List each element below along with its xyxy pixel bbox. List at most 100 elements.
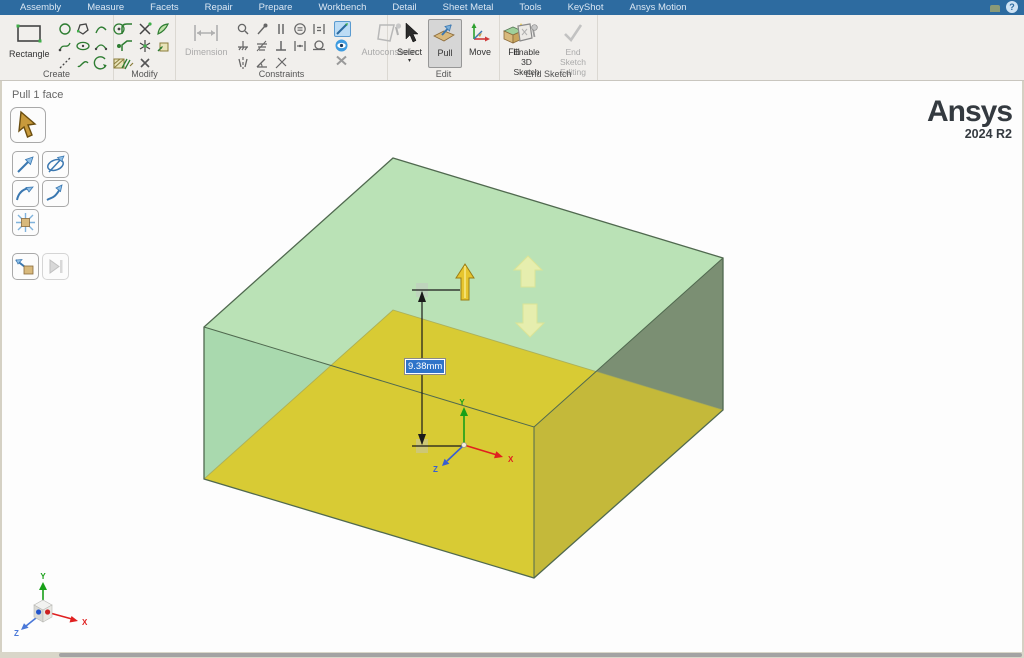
- sketch-mode-icon[interactable]: [334, 21, 351, 37]
- spline-tool-icon[interactable]: [57, 38, 73, 54]
- trim-tool-icon[interactable]: [137, 21, 153, 37]
- dimension-icon: [190, 21, 222, 45]
- midpoint-constraint-icon[interactable]: [292, 38, 308, 54]
- model-viewport[interactable]: Y X Z Y X Z Pull 1 face: [0, 81, 1024, 652]
- pull-button[interactable]: Pull: [428, 19, 462, 68]
- world-triad[interactable]: Y X Z: [14, 572, 88, 638]
- menu-workbench[interactable]: Workbench: [305, 2, 379, 13]
- equal-constraint-icon[interactable]: [311, 21, 327, 37]
- up-to-icon: [13, 254, 38, 279]
- status-hint: Pull 1 face: [12, 89, 63, 101]
- end-sketch-group-label: End Sketch: [500, 69, 597, 79]
- pull-option-straight-button[interactable]: [12, 151, 39, 178]
- sweep-icon: [13, 181, 38, 206]
- fillet-tool-icon[interactable]: [119, 21, 135, 37]
- dimension-value-input[interactable]: 9.38mm: [405, 359, 445, 374]
- rectangle-label: Rectangle: [9, 49, 50, 59]
- show-constraints-eye-icon[interactable]: [334, 39, 349, 52]
- pull-option-up-to-button[interactable]: [12, 253, 39, 280]
- select-cursor-icon: [400, 21, 420, 45]
- pull-icon: [432, 22, 458, 46]
- ribbon-group-modify: Modify: [114, 15, 176, 80]
- menu-keyshot[interactable]: KeyShot: [555, 2, 617, 13]
- dimension-label: Dimension: [185, 47, 228, 57]
- pull-option-both-sides-button[interactable]: [12, 209, 39, 236]
- world-axis-y-label: Y: [40, 572, 46, 581]
- chamfer-tool-icon[interactable]: [119, 38, 135, 54]
- sketch-axis-z-label: Z: [433, 465, 438, 474]
- edit-group-label: Edit: [388, 69, 499, 79]
- sketch-face-through-right[interactable]: [534, 372, 723, 578]
- select-tool-option-button[interactable]: [10, 107, 46, 143]
- select-dropdown-caret-icon[interactable]: ▾: [408, 59, 411, 63]
- pull-option-draft-button[interactable]: [42, 180, 69, 207]
- gold-cursor-icon: [11, 108, 45, 142]
- dimension-button[interactable]: Dimension: [182, 19, 231, 71]
- ribbon-group-constraints: Dimension: [176, 15, 388, 80]
- move-button[interactable]: Move: [465, 19, 495, 68]
- menu-ansys-motion[interactable]: Ansys Motion: [616, 2, 699, 13]
- coincident-constraint-icon[interactable]: [235, 21, 251, 37]
- help-icon[interactable]: ?: [1006, 1, 1018, 13]
- draft-icon: [43, 181, 68, 206]
- menu-sheet-metal[interactable]: Sheet Metal: [430, 2, 507, 13]
- end-sketch-check-icon: [560, 21, 586, 45]
- select-button[interactable]: Select ▾: [394, 19, 425, 68]
- revolve-icon: [43, 152, 68, 177]
- concentric-constraint-icon[interactable]: [292, 21, 308, 37]
- menu-facets[interactable]: Facets: [137, 2, 192, 13]
- ribbon: Rectangle Create: [0, 15, 1024, 81]
- both-sides-icon: [13, 210, 38, 235]
- pull-option-full-button[interactable]: [42, 253, 69, 280]
- create-group-label: Create: [0, 69, 113, 79]
- move-icon: [468, 21, 492, 45]
- world-axis-z-label: Z: [14, 629, 19, 638]
- world-axis-x-label: X: [82, 618, 88, 627]
- pull-option-sweep-button[interactable]: [12, 180, 39, 207]
- menu-assembly[interactable]: Assembly: [20, 2, 74, 13]
- polygon-tool-icon[interactable]: [75, 21, 91, 37]
- pull-option-revolve-button[interactable]: [42, 151, 69, 178]
- ansys-brand-text: Ansys: [927, 98, 1012, 126]
- split-tool-icon[interactable]: [137, 38, 153, 54]
- rectangle-icon: [14, 21, 44, 47]
- sketch-axis-x-label: X: [508, 455, 514, 464]
- tangent-constraint-icon[interactable]: [311, 38, 327, 54]
- pull-label: Pull: [438, 48, 453, 58]
- ansys-logo: Ansys 2024 R2: [927, 98, 1012, 141]
- ellipse-tool-icon[interactable]: [75, 38, 91, 54]
- sketch-axis-y-label: Y: [459, 398, 465, 407]
- straight-pull-icon: [13, 152, 38, 177]
- ground-constraint-icon[interactable]: [235, 38, 251, 54]
- ribbon-pin-icon[interactable]: [990, 5, 1000, 12]
- pin-constraint-icon[interactable]: [254, 21, 270, 37]
- ribbon-group-edit: Select ▾ Pull Move: [388, 15, 500, 80]
- modify-group-label: Modify: [114, 69, 175, 79]
- model-scene: Y X Z Y X Z: [2, 81, 1022, 652]
- menu-bar: Assembly Measure Facets Repair Prepare W…: [0, 0, 1024, 15]
- tangent-curve-tool-icon[interactable]: [155, 21, 171, 37]
- move-label: Move: [469, 47, 491, 57]
- enable-3d-sketch-icon: [513, 21, 541, 45]
- arc-tool-icon[interactable]: [93, 21, 109, 37]
- bottom-status-strip: [0, 652, 1024, 658]
- remove-constraint-icon[interactable]: [334, 54, 349, 67]
- bottom-grip: [59, 653, 1022, 657]
- rectangle-button[interactable]: Rectangle: [6, 19, 53, 71]
- parallel-constraint-icon[interactable]: [273, 21, 289, 37]
- circle-tool-icon[interactable]: [57, 21, 73, 37]
- perpendicular-constraint-icon[interactable]: [273, 38, 289, 54]
- ansys-version-text: 2024 R2: [927, 127, 1012, 141]
- project-tool-icon[interactable]: [155, 38, 171, 54]
- menu-prepare[interactable]: Prepare: [246, 2, 306, 13]
- three-point-arc-tool-icon[interactable]: [93, 38, 109, 54]
- ribbon-group-end-sketch: Enable 3D Sketch End Sketch Editing End …: [500, 15, 598, 80]
- menu-tools[interactable]: Tools: [506, 2, 554, 13]
- skip-icon: [43, 254, 68, 279]
- select-label: Select: [397, 47, 422, 57]
- fix-constraint-icon[interactable]: [254, 38, 270, 54]
- menu-measure[interactable]: Measure: [74, 2, 137, 13]
- menu-detail[interactable]: Detail: [379, 2, 429, 13]
- menu-repair[interactable]: Repair: [192, 2, 246, 13]
- ribbon-group-create: Rectangle Create: [0, 15, 114, 80]
